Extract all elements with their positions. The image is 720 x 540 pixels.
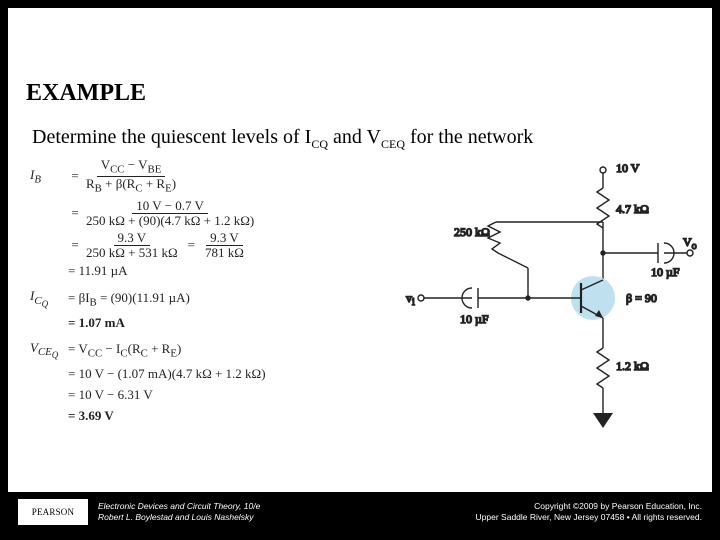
circuit-schematic: 10 V 4.7 kΩ 10 µF Vo (368, 158, 698, 468)
book-line1: Electronic Devices and Circuit Theory, 1… (98, 501, 260, 512)
vceq-result: = 3.69 V (68, 408, 114, 425)
book-info: Electronic Devices and Circuit Theory, 1… (98, 501, 260, 522)
ib-step3-denb: 781 kΩ (201, 246, 248, 260)
copyright: Copyright ©2009 by Pearson Education, In… (476, 501, 702, 522)
copy-line2: Upper Saddle River, New Jersey 07458 • A… (476, 512, 702, 523)
label-cin: 10 µF (460, 312, 489, 326)
ib-step2-num: 10 V − 0.7 V (132, 199, 208, 214)
label-cout: 10 µF (651, 265, 680, 279)
footer-bar: PEARSON Electronic Devices and Circuit T… (8, 492, 712, 532)
vceq-lhs: VCEQ (30, 340, 68, 362)
prompt-c: for the network (405, 126, 533, 148)
prompt-text: Determine the quiescent levels of ICQ an… (32, 126, 533, 152)
vceq-expr: = VCC − IC(RC + RE) (68, 341, 181, 361)
vceq-step2: = 10 V − (1.07 mA)(4.7 kΩ + 1.2 kΩ) (68, 366, 266, 383)
ib-step3-numb: 9.3 V (206, 231, 243, 246)
prompt-sub-icq: CQ (311, 137, 328, 151)
prompt-b: and V (328, 126, 381, 148)
icq-lhs: ICQ (30, 288, 68, 310)
label-rc: 4.7 kΩ (616, 202, 649, 216)
vceq-step3: = 10 V − 6.31 V (68, 387, 153, 404)
label-rb: 250 kΩ (454, 225, 490, 239)
pearson-logo-text: PEARSON (32, 507, 74, 517)
label-re: 1.2 kΩ (616, 359, 649, 373)
pearson-logo: PEARSON (18, 499, 88, 525)
ib-result: = 11.91 µA (68, 263, 127, 280)
label-beta: β = 90 (626, 291, 657, 305)
copy-line1: Copyright ©2009 by Pearson Education, In… (476, 501, 702, 512)
icq-expr: = βIB = (90)(11.91 µA) (68, 290, 190, 310)
ib-step3-dena: 250 kΩ + 531 kΩ (82, 246, 182, 260)
ib-num: VCC − VBE (97, 158, 166, 177)
prompt-a: Determine the quiescent levels of I (32, 126, 311, 148)
label-vin: vi (406, 291, 415, 308)
ib-den: RB + β(RC + RE) (82, 177, 180, 195)
slide: EXAMPLE Determine the quiescent levels o… (8, 8, 712, 532)
ib-step2-den: 250 kΩ + (90)(4.7 kΩ + 1.2 kΩ) (82, 214, 258, 228)
label-vcc: 10 V (616, 161, 640, 175)
ib-step3-numa: 9.3 V (114, 231, 151, 246)
prompt-sub-vceq: CEQ (381, 137, 405, 151)
ib-lhs: IB (30, 167, 68, 187)
icq-result: = 1.07 mA (68, 315, 125, 332)
math-derivation: IB = VCC − VBE RB + β(RC + RE) = 10 V − … (30, 158, 340, 429)
book-line2: Robert L. Boylestad and Louis Nashelsky (98, 512, 260, 523)
heading: EXAMPLE (26, 80, 146, 107)
